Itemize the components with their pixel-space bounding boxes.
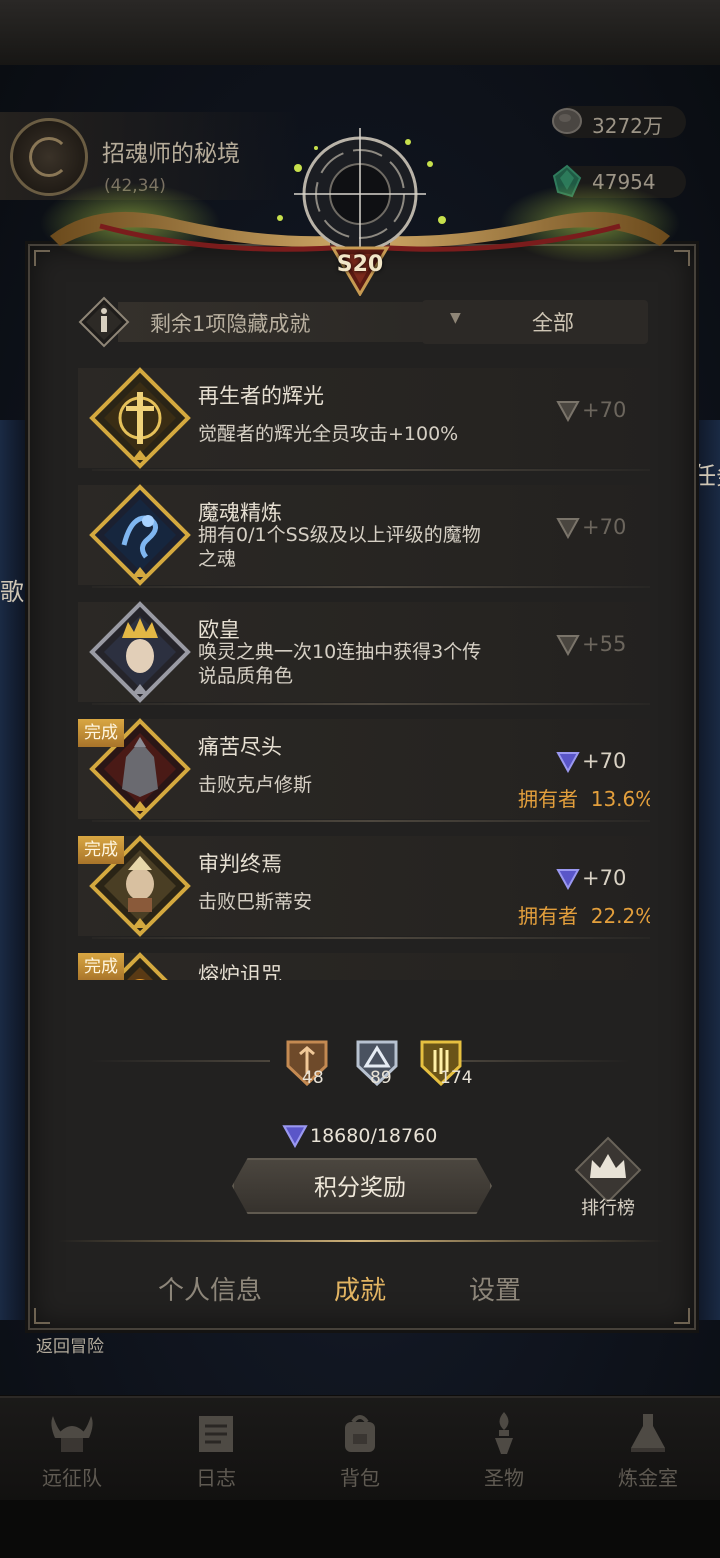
achievement-desc: 击败巴斯蒂安 bbox=[198, 891, 313, 913]
achievement-points-value: +70 bbox=[582, 749, 627, 773]
achievement-card[interactable]: 欧皇 唤灵之典一次10连抽中获得3个传说品质角色 +55 bbox=[78, 601, 650, 705]
owner-rate-label: 拥有者 bbox=[518, 787, 578, 811]
sword-radiance-icon bbox=[89, 367, 191, 469]
achievement-title: 痛苦尽头 bbox=[198, 735, 282, 759]
nav-label-backpack: 背包 bbox=[340, 1466, 380, 1490]
score-value: 18680/18760 bbox=[310, 1125, 438, 1147]
tier-summary: 48 89 174 bbox=[90, 1036, 630, 1096]
viking-helmet-icon bbox=[51, 1416, 93, 1452]
season-badge-label: S20 bbox=[336, 252, 384, 277]
achievement-title: 审判终焉 bbox=[198, 852, 282, 876]
top-frame bbox=[0, 0, 720, 67]
blue-spirit-icon bbox=[89, 484, 191, 586]
system-bar bbox=[0, 1500, 720, 1558]
achievement-points: +70 bbox=[556, 749, 646, 773]
scene-edge-left bbox=[0, 420, 28, 1320]
nav-item-backpack[interactable]: 背包 bbox=[310, 1408, 410, 1498]
resource-value-crystal: 47954 bbox=[592, 170, 656, 194]
resource-value-coin: 3272万 bbox=[592, 114, 663, 138]
achievement-desc: 觉醒者的辉光全员攻击+100% bbox=[198, 423, 459, 445]
achievement-points-value: +55 bbox=[582, 632, 627, 656]
tab-achievements[interactable]: 成就 bbox=[334, 1270, 386, 1307]
achievement-title: 熔炉诅咒 bbox=[198, 963, 282, 980]
panel-corner bbox=[674, 1308, 690, 1324]
bronze-tier-count: 48 bbox=[302, 1068, 324, 1088]
info-icon[interactable] bbox=[78, 296, 130, 348]
points-triangle-icon bbox=[282, 1125, 308, 1148]
achievement-card[interactable]: 完成 痛苦尽头 击败克卢修斯 +70 拥有者 13.6% bbox=[78, 718, 650, 822]
owner-rate-value: 22.2% bbox=[590, 904, 650, 928]
divider-line bbox=[450, 1060, 630, 1062]
completed-badge: 完成 bbox=[78, 953, 124, 980]
resource-counter-coin[interactable]: 3272万 bbox=[552, 106, 686, 138]
achievement-points: +70 bbox=[556, 515, 646, 539]
edge-text-right: 任务 bbox=[692, 462, 720, 490]
owner-rate-value: 13.6% bbox=[590, 787, 650, 811]
achievement-card[interactable]: 再生者的辉光 觉醒者的辉光全员攻击+100% +70 bbox=[78, 367, 650, 471]
journal-icon bbox=[199, 1416, 233, 1452]
owner-rate: 拥有者 22.2% bbox=[518, 900, 650, 929]
category-dropdown-value: 全部 bbox=[532, 311, 574, 335]
nav-item-expedition[interactable]: 远征队 bbox=[22, 1408, 122, 1498]
crowned-king-icon bbox=[89, 601, 191, 703]
nav-item-alchemy[interactable]: 炼金室 bbox=[598, 1408, 698, 1498]
achievement-desc: 击败克卢修斯 bbox=[198, 774, 313, 796]
hidden-achievement-text: 剩余1项隐藏成就 bbox=[150, 312, 311, 336]
achievement-title: 再生者的辉光 bbox=[198, 384, 324, 408]
alchemy-icon bbox=[631, 1414, 665, 1452]
achievement-card[interactable]: 完成 审判终焉 击败巴斯蒂安 +70 拥有者 22.2% bbox=[78, 835, 650, 939]
bottom-navigation: 远征队 日志 背包 圣物 炼金室 bbox=[0, 1396, 720, 1502]
points-reward-label: 积分奖励 bbox=[314, 1175, 406, 1201]
points-triangle-icon bbox=[556, 635, 580, 656]
achievement-points-value: +70 bbox=[582, 398, 627, 422]
nav-label-relics: 圣物 bbox=[484, 1466, 524, 1490]
achievement-points: +70 bbox=[556, 398, 646, 422]
achievement-card[interactable]: 完成 熔炉诅咒 bbox=[78, 952, 650, 980]
nav-label-expedition: 远征队 bbox=[42, 1466, 102, 1490]
points-triangle-icon bbox=[556, 518, 580, 539]
points-triangle-icon bbox=[556, 401, 580, 422]
owner-rate: 拥有者 13.6% bbox=[518, 783, 650, 812]
backpack-icon bbox=[345, 1415, 375, 1452]
panel-corner bbox=[674, 250, 690, 266]
ranking-label: 排行榜 bbox=[581, 1198, 635, 1219]
completed-badge: 完成 bbox=[78, 836, 124, 864]
owner-rate-label: 拥有者 bbox=[518, 904, 578, 928]
map-name: 招魂师的秘境 bbox=[102, 141, 240, 167]
nav-label-journal: 日志 bbox=[196, 1466, 236, 1490]
filter-bar: 剩余1项隐藏成就 ▼ 全部 bbox=[78, 296, 648, 348]
tabs-divider bbox=[58, 1240, 664, 1242]
nav-item-relics[interactable]: 圣物 bbox=[454, 1408, 554, 1498]
achievement-desc: 拥有0/1个SS级及以上评级的魔物之魂 bbox=[198, 524, 481, 570]
completed-badge: 完成 bbox=[78, 719, 124, 747]
resource-counter-crystal[interactable]: 47954 bbox=[552, 164, 686, 198]
stone-coin-icon bbox=[552, 108, 582, 134]
gold-tier-count: 174 bbox=[440, 1068, 473, 1088]
achievement-points: +70 bbox=[556, 866, 646, 890]
map-emblem-icon[interactable] bbox=[10, 118, 88, 196]
achievement-list[interactable]: 再生者的辉光 觉醒者的辉光全员攻击+100% +70 魔魂精炼 拥有0/1个SS… bbox=[78, 366, 650, 980]
divider-line bbox=[90, 1060, 270, 1062]
nav-label-alchemy: 炼金室 bbox=[618, 1466, 678, 1490]
back-to-adventure-link[interactable]: 返回冒险 bbox=[36, 1332, 104, 1357]
map-coordinates: (42,34) bbox=[104, 176, 166, 196]
achievement-desc: 唤灵之典一次10连抽中获得3个传说品质角色 bbox=[198, 641, 482, 687]
achievement-points-value: +70 bbox=[582, 515, 627, 539]
tab-settings[interactable]: 设置 bbox=[469, 1270, 521, 1307]
chevron-down-icon: ▼ bbox=[450, 310, 461, 326]
torch-relic-icon bbox=[495, 1412, 513, 1454]
points-triangle-icon bbox=[556, 752, 580, 773]
points-triangle-icon bbox=[556, 869, 580, 890]
panel-corner bbox=[34, 1308, 50, 1324]
green-crystal-icon bbox=[552, 164, 582, 198]
silver-tier-count: 89 bbox=[370, 1068, 392, 1088]
panel-corner bbox=[34, 250, 50, 266]
nav-item-journal[interactable]: 日志 bbox=[166, 1408, 266, 1498]
achievement-card[interactable]: 魔魂精炼 拥有0/1个SS级及以上评级的魔物之魂 +70 bbox=[78, 484, 650, 588]
achievement-score: 18680/18760 bbox=[282, 1122, 437, 1148]
edge-text-left: 歌 bbox=[0, 578, 24, 606]
achievement-points-value: +70 bbox=[582, 866, 627, 890]
tab-personal-info[interactable]: 个人信息 bbox=[158, 1270, 262, 1307]
achievement-points: +55 bbox=[556, 632, 646, 656]
